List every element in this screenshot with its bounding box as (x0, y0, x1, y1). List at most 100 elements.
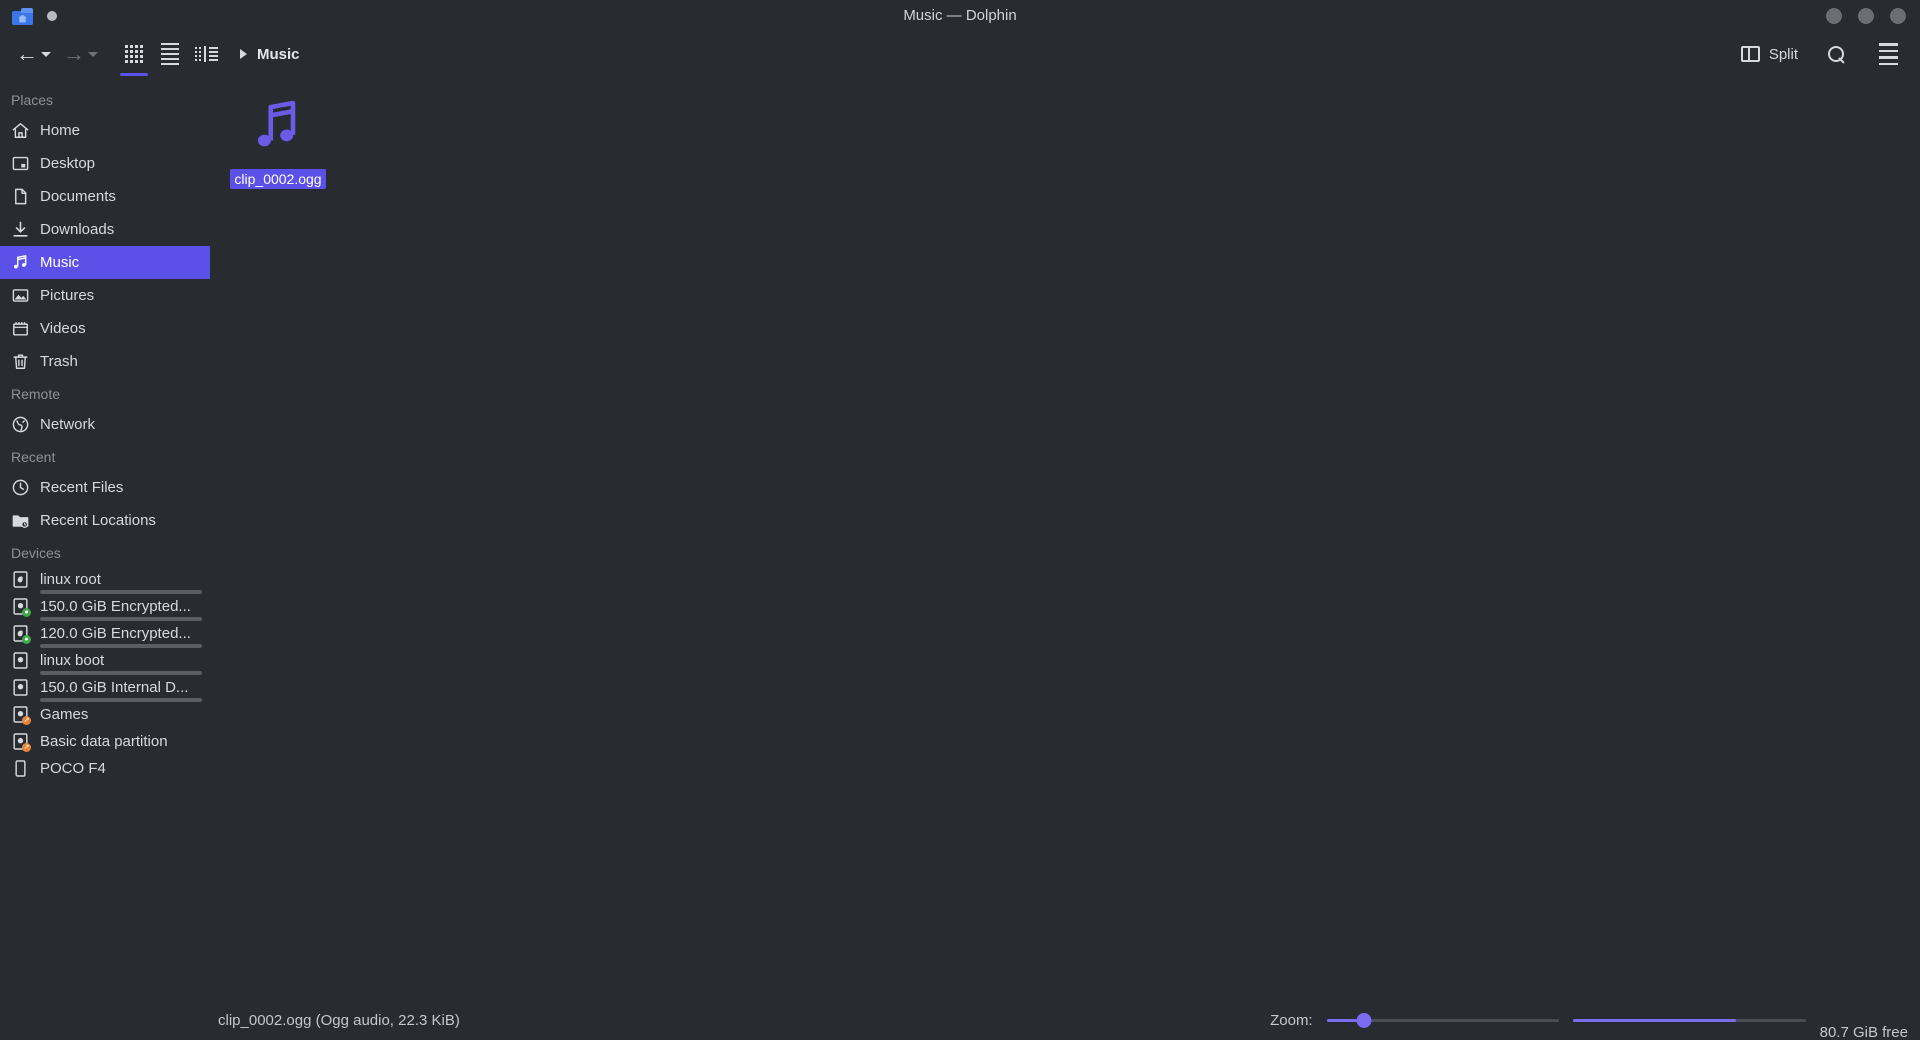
back-history-chevron-down-icon[interactable] (41, 51, 51, 57)
sidebar-item-label: Pictures (40, 287, 95, 304)
desktop-icon (11, 154, 30, 173)
link-badge-icon: ↗ (22, 743, 31, 752)
sidebar-item-network[interactable]: Network (0, 408, 210, 441)
image-icon (11, 286, 30, 305)
status-right-group: Zoom: 80.7 GiB free (1270, 1011, 1920, 1040)
drive-link-icon: ↗ (11, 732, 31, 753)
sidebar-item-recent-files[interactable]: Recent Files (0, 471, 210, 504)
toolbar: ← → Music Split (0, 32, 1920, 76)
sidebar-item-label: Desktop (40, 155, 96, 172)
forward-history-chevron-down-icon[interactable] (88, 51, 98, 57)
forward-button[interactable]: → (57, 36, 104, 72)
status-bar: clip_0002.ogg (Ogg audio, 22.3 KiB) Zoom… (0, 1000, 1920, 1040)
menu-button[interactable] (1870, 36, 1906, 72)
sidebar-item-documents[interactable]: Documents (0, 180, 210, 213)
icons-view-button[interactable] (116, 36, 152, 76)
sidebar-item-home[interactable]: Home (0, 114, 210, 147)
tab-strip (0, 7, 57, 25)
device-label: Basic data partition (40, 733, 168, 750)
compact-view-button[interactable] (152, 36, 188, 72)
download-icon (11, 220, 30, 239)
capacity-bar (40, 590, 202, 594)
mounted-badge-icon: ● (22, 608, 31, 617)
sidebar-item-label: Videos (40, 320, 86, 337)
sidebar-device-games[interactable]: ↗ Games (0, 702, 210, 729)
folder-home-icon[interactable] (12, 7, 33, 25)
sidebar-item-label: Network (40, 416, 96, 433)
back-icon: ← (16, 41, 38, 66)
sidebar-device-poco-f4[interactable]: POCO F4 (0, 756, 210, 783)
status-message: clip_0002.ogg (Ogg audio, 22.3 KiB) (218, 1011, 460, 1029)
back-button[interactable]: ← (10, 36, 57, 72)
sidebar-device-linux-root[interactable]: linux root (0, 567, 210, 594)
sidebar-device-encrypted-150[interactable]: ● 150.0 GiB Encrypted... (0, 594, 210, 621)
sidebar-item-label: Recent Files (40, 479, 124, 496)
sidebar-item-desktop[interactable]: Desktop (0, 147, 210, 180)
audio-file-icon (246, 94, 310, 158)
zoom-slider[interactable] (1326, 1011, 1559, 1029)
sidebar-item-recent-locations[interactable]: Recent Locations (0, 504, 210, 537)
sidebar-heading-places: Places (11, 92, 54, 108)
sidebar-heading-devices: Devices (11, 545, 61, 561)
file-view[interactable]: clip_0002.ogg (210, 76, 1920, 1000)
capacity-bar (40, 617, 202, 621)
device-label: 150.0 GiB Encrypted... (40, 598, 191, 615)
trash-icon (11, 352, 30, 371)
free-space-bar[interactable] (1572, 1011, 1806, 1029)
document-icon (11, 187, 30, 206)
home-icon (11, 121, 30, 140)
sidebar-item-music[interactable]: Music (0, 246, 210, 279)
breadcrumb[interactable]: Music (236, 46, 300, 63)
search-button[interactable] (1818, 36, 1854, 72)
breadcrumb-item-music[interactable]: Music (257, 46, 300, 63)
split-view-button[interactable]: Split (1737, 36, 1802, 72)
split-label: Split (1768, 45, 1798, 63)
file-item[interactable]: clip_0002.ogg (222, 90, 334, 189)
sidebar-item-downloads[interactable]: Downloads (0, 213, 210, 246)
device-label: linux root (40, 571, 101, 588)
capacity-bar (40, 644, 202, 648)
maximize-button[interactable] (1858, 8, 1874, 24)
window-controls (1826, 0, 1906, 32)
sidebar-item-pictures[interactable]: Pictures (0, 279, 210, 312)
device-label: Games (40, 706, 89, 723)
zoom-slider-handle[interactable] (1356, 1012, 1372, 1028)
file-grid: clip_0002.ogg (210, 90, 1920, 189)
dolphin-window: Music — Dolphin ← → Music Split Places H… (0, 0, 1920, 1040)
body: Places Home Desktop Documents Downloads … (0, 76, 1920, 1000)
sidebar-item-trash[interactable]: Trash (0, 345, 210, 378)
compact-view-icon (161, 43, 179, 65)
file-name-label[interactable]: clip_0002.ogg (230, 169, 326, 189)
drive-link-icon: ↗ (11, 705, 31, 726)
title-bar: Music — Dolphin (0, 0, 1920, 32)
sidebar-device-basic-data-partition[interactable]: ↗ Basic data partition (0, 729, 210, 756)
window-title: Music — Dolphin (903, 7, 1017, 24)
details-view-button[interactable] (188, 36, 224, 72)
sidebar-device-encrypted-120[interactable]: ● 120.0 GiB Encrypted... (0, 621, 210, 648)
sidebar-heading-recent: Recent (11, 449, 56, 465)
split-icon (1740, 46, 1760, 62)
hamburger-menu-icon (1878, 43, 1898, 65)
forward-icon: → (63, 41, 85, 66)
sidebar-device-linux-boot[interactable]: linux boot (0, 648, 210, 675)
zoom-label: Zoom: (1270, 1011, 1313, 1029)
film-icon (11, 319, 30, 338)
sidebar-item-videos[interactable]: Videos (0, 312, 210, 345)
globe-icon (11, 415, 30, 434)
drive-icon (11, 651, 30, 672)
breadcrumb-chevron-right-icon[interactable] (240, 49, 247, 59)
places-sidebar: Places Home Desktop Documents Downloads … (0, 76, 210, 1000)
sidebar-device-internal-150[interactable]: 150.0 GiB Internal D... (0, 675, 210, 702)
free-space-label: 80.7 GiB free (1819, 1023, 1908, 1040)
device-label: POCO F4 (40, 760, 106, 777)
device-label: 150.0 GiB Internal D... (40, 679, 189, 696)
mounted-badge-icon: ● (22, 635, 31, 644)
close-button[interactable] (1890, 8, 1906, 24)
phone-icon (11, 759, 30, 780)
minimize-button[interactable] (1826, 8, 1842, 24)
folder-clock-icon (11, 511, 30, 530)
sidebar-heading-remote: Remote (11, 386, 61, 402)
icons-view-icon (125, 45, 143, 63)
music-note-icon (11, 253, 30, 272)
drive-icon (11, 570, 30, 591)
